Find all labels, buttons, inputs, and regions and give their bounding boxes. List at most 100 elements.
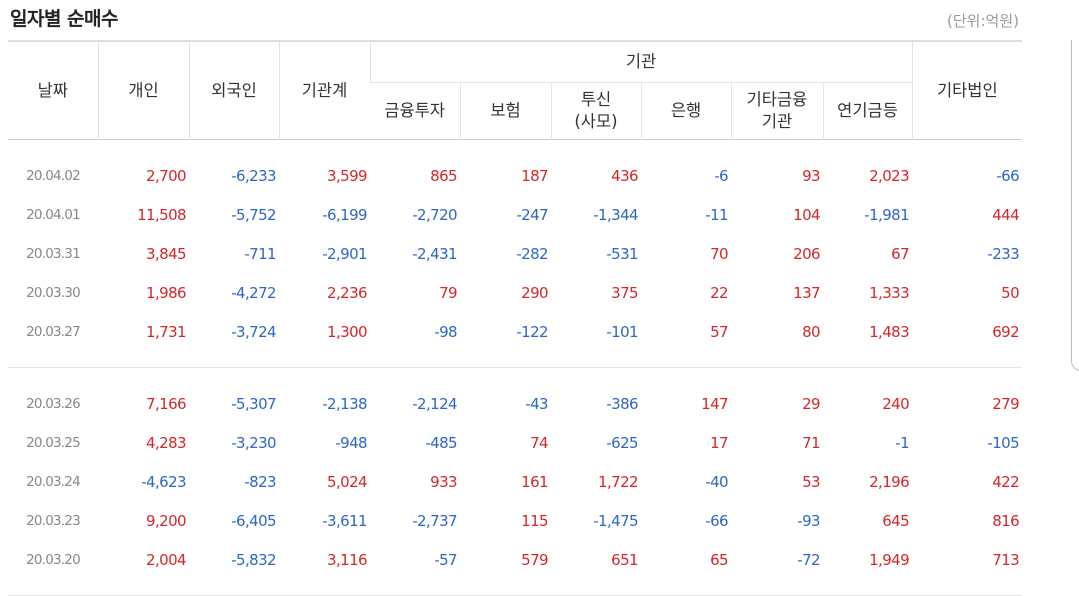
header-trust-line1: 투신 [580,90,612,109]
cell-insurance: 115 [521,511,548,530]
header-other-finance-line1: 기타금융 [746,90,808,109]
cell-pension: 2,196 [869,472,910,491]
cell-individual: 1,986 [146,283,187,302]
cell-pension: 1,333 [869,283,910,302]
row-separator [8,368,1022,385]
cell-other-corp: 692 [992,322,1020,341]
header-trust: 투신 (사모) [550,82,641,140]
cell-insurance: 74 [530,433,548,452]
table-row: 20.03.20 2,004 -5,832 3,116 -57 579 651 65 -72 1,… [8,540,1022,579]
cell-finance-investment: 79 [439,283,457,302]
cell-trust: -1,475 [593,511,638,530]
cell-other-corp: 279 [992,394,1020,413]
cell-bank: 17 [710,433,728,452]
header-insurance: 보험 [459,82,551,140]
cell-other-corp: -66 [996,166,1020,185]
cell-date: 20.03.31 [26,245,81,262]
cell-bank: -11 [705,205,728,224]
table-row: 20.03.25 4,283 -3,230 -948 -485 74 -625 17 71 -1 -… [8,423,1022,462]
cell-date: 20.03.20 [26,551,81,568]
header-institution-group: 기관 [369,41,913,83]
header-institution-total: 기관계 [278,41,370,140]
cell-insurance: 290 [521,283,548,302]
cell-finance-investment: 933 [430,472,457,491]
cell-bank: 57 [710,322,728,341]
cell-pension: 645 [882,511,910,530]
cell-individual: 3,845 [146,244,187,263]
cell-insurance: -247 [516,205,548,224]
cell-trust: -386 [606,394,638,413]
cell-bank: -6 [714,166,728,185]
cell-individual: 2,700 [146,166,187,185]
cell-pension: 240 [882,394,910,413]
cell-insurance: 579 [521,550,548,569]
cell-pension: -1,981 [864,205,910,224]
cell-institution-total: -3,611 [322,511,367,530]
cell-insurance: -282 [516,244,548,263]
cell-bank: 22 [710,283,728,302]
cell-insurance: -122 [516,322,548,341]
cell-bank: 147 [701,394,728,413]
header-individual: 개인 [97,41,189,140]
table-row: 20.03.26 7,166 -5,307 -2,138 -2,124 -43 -386 14… [8,384,1022,423]
header-other-finance-line2: 기관 [761,112,793,131]
unit-label: (단위:억원) [947,12,1019,30]
cell-institution-total: 3,116 [327,550,368,569]
cell-trust: -101 [606,322,638,341]
cell-institution-total: 2,236 [327,283,368,302]
cell-institution-total: -2,901 [322,244,367,263]
cell-other-finance: 104 [793,205,820,224]
table-row: 20.03.30 1,986 -4,272 2,236 79 290 375 22 137 1,3… [8,273,1022,312]
cell-other-corp: -105 [987,433,1020,452]
cell-trust: 1,722 [598,472,639,491]
cell-other-corp: 816 [992,511,1020,530]
cell-institution-total: -948 [335,433,367,452]
cell-foreign: -6,233 [231,166,276,185]
row-separator [8,579,1023,596]
cell-pension: -1 [895,433,910,452]
cell-other-finance: 53 [802,472,820,491]
cell-individual: 1,731 [146,322,187,341]
cell-other-corp: 50 [1001,283,1020,302]
cell-other-corp: 713 [992,550,1020,569]
cell-date: 20.03.25 [26,434,81,451]
table-row: 20.03.31 3,845 -711 -2,901 -2,431 -282 -531 70 2… [8,234,1022,273]
cell-finance-investment: -2,737 [412,511,457,530]
header-trust-line2: (사모) [574,112,618,131]
cell-insurance: 187 [521,166,548,185]
cell-foreign: -5,307 [231,394,276,413]
cell-foreign: -3,230 [231,433,276,452]
cell-institution-total: -2,138 [322,394,367,413]
cell-finance-investment: 865 [430,166,457,185]
cell-other-finance: 137 [793,283,820,302]
cell-other-finance: 29 [802,394,820,413]
row-separator [8,140,1022,157]
header-foreign: 외국인 [188,41,279,140]
table-row: 20.03.27 1,731 -3,724 1,300 -98 -122 -101 57 80 1… [8,312,1022,351]
cell-bank: -66 [705,511,728,530]
cell-other-finance: 93 [802,166,820,185]
cell-pension: 2,023 [869,166,910,185]
cell-individual: 7,166 [146,394,187,413]
table-row: 20.04.02 2,700 -6,233 3,599 865 187 436 -6 93 2,0… [8,156,1022,195]
cell-date: 20.03.27 [26,323,81,340]
page-title: 일자별 순매수 [10,8,119,30]
table-row: 20.03.24 -4,623 -823 5,024 933 161 1,722 -40 53 2… [8,462,1022,501]
row-separator [8,351,1023,368]
cell-trust: -531 [606,244,638,263]
cell-pension: 67 [891,244,910,263]
cell-foreign: -4,272 [231,283,276,302]
cell-other-corp: 422 [992,472,1020,491]
cell-trust: -1,344 [593,205,638,224]
cell-foreign: -711 [244,244,276,263]
side-panel-edge [1071,40,1079,371]
cell-pension: 1,483 [869,322,910,341]
cell-institution-total: -6,199 [322,205,367,224]
cell-other-finance: -93 [797,511,820,530]
cell-other-corp: -233 [987,244,1020,263]
cell-date: 20.03.24 [26,473,81,490]
header-date: 날짜 [37,80,68,100]
cell-other-finance: 80 [802,322,820,341]
table-row: 20.04.01 11,508 -5,752 -6,199 -2,720 -247 -1,3… [8,195,1022,234]
cell-finance-investment: -57 [434,550,457,569]
